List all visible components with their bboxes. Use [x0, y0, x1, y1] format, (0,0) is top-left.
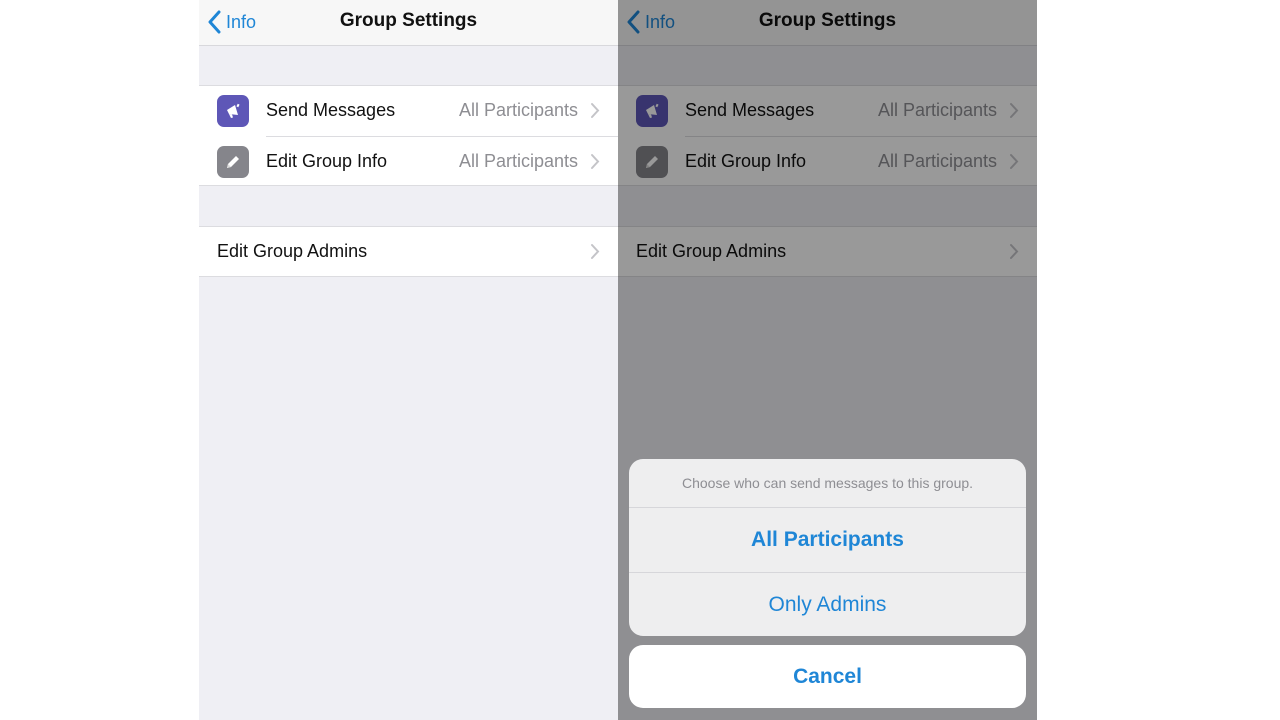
navigation-bar: Info Group Settings: [199, 0, 618, 46]
page-title: Group Settings: [339, 10, 478, 31]
group-settings-screen: Info Group Settings Send Messages All Pa…: [199, 0, 618, 720]
megaphone-icon: [217, 95, 249, 127]
edit-group-admins-label: Edit Group Admins: [217, 241, 368, 261]
chevron-right-icon: [591, 154, 600, 169]
only-admins-option[interactable]: Only Admins: [629, 573, 1026, 636]
admins-group: Edit Group Admins: [199, 226, 618, 277]
edit-group-admins-row[interactable]: Edit Group Admins: [199, 227, 618, 277]
chevron-right-icon: [591, 244, 600, 259]
all-participants-option[interactable]: All Participants: [629, 508, 1026, 572]
edit-group-info-row[interactable]: Edit Group Info All Participants: [199, 137, 618, 187]
action-sheet-message: Choose who can send messages to this gro…: [681, 475, 974, 491]
edit-group-info-label: Edit Group Info: [266, 151, 388, 171]
chevron-right-icon: [591, 103, 600, 118]
send-messages-row[interactable]: Send Messages All Participants: [199, 86, 618, 137]
send-messages-label: Send Messages: [266, 100, 396, 120]
send-messages-value: All Participants: [458, 100, 578, 120]
group-settings-screen-with-sheet: Info Group Settings Send Messages All Pa…: [618, 0, 1037, 720]
edit-group-info-value: All Participants: [458, 151, 578, 171]
action-sheet: Choose who can send messages to this gro…: [629, 459, 1026, 636]
permissions-group: Send Messages All Participants Edit Grou…: [199, 85, 618, 186]
pencil-icon: [217, 146, 249, 178]
cancel-button[interactable]: Cancel: [629, 645, 1026, 708]
